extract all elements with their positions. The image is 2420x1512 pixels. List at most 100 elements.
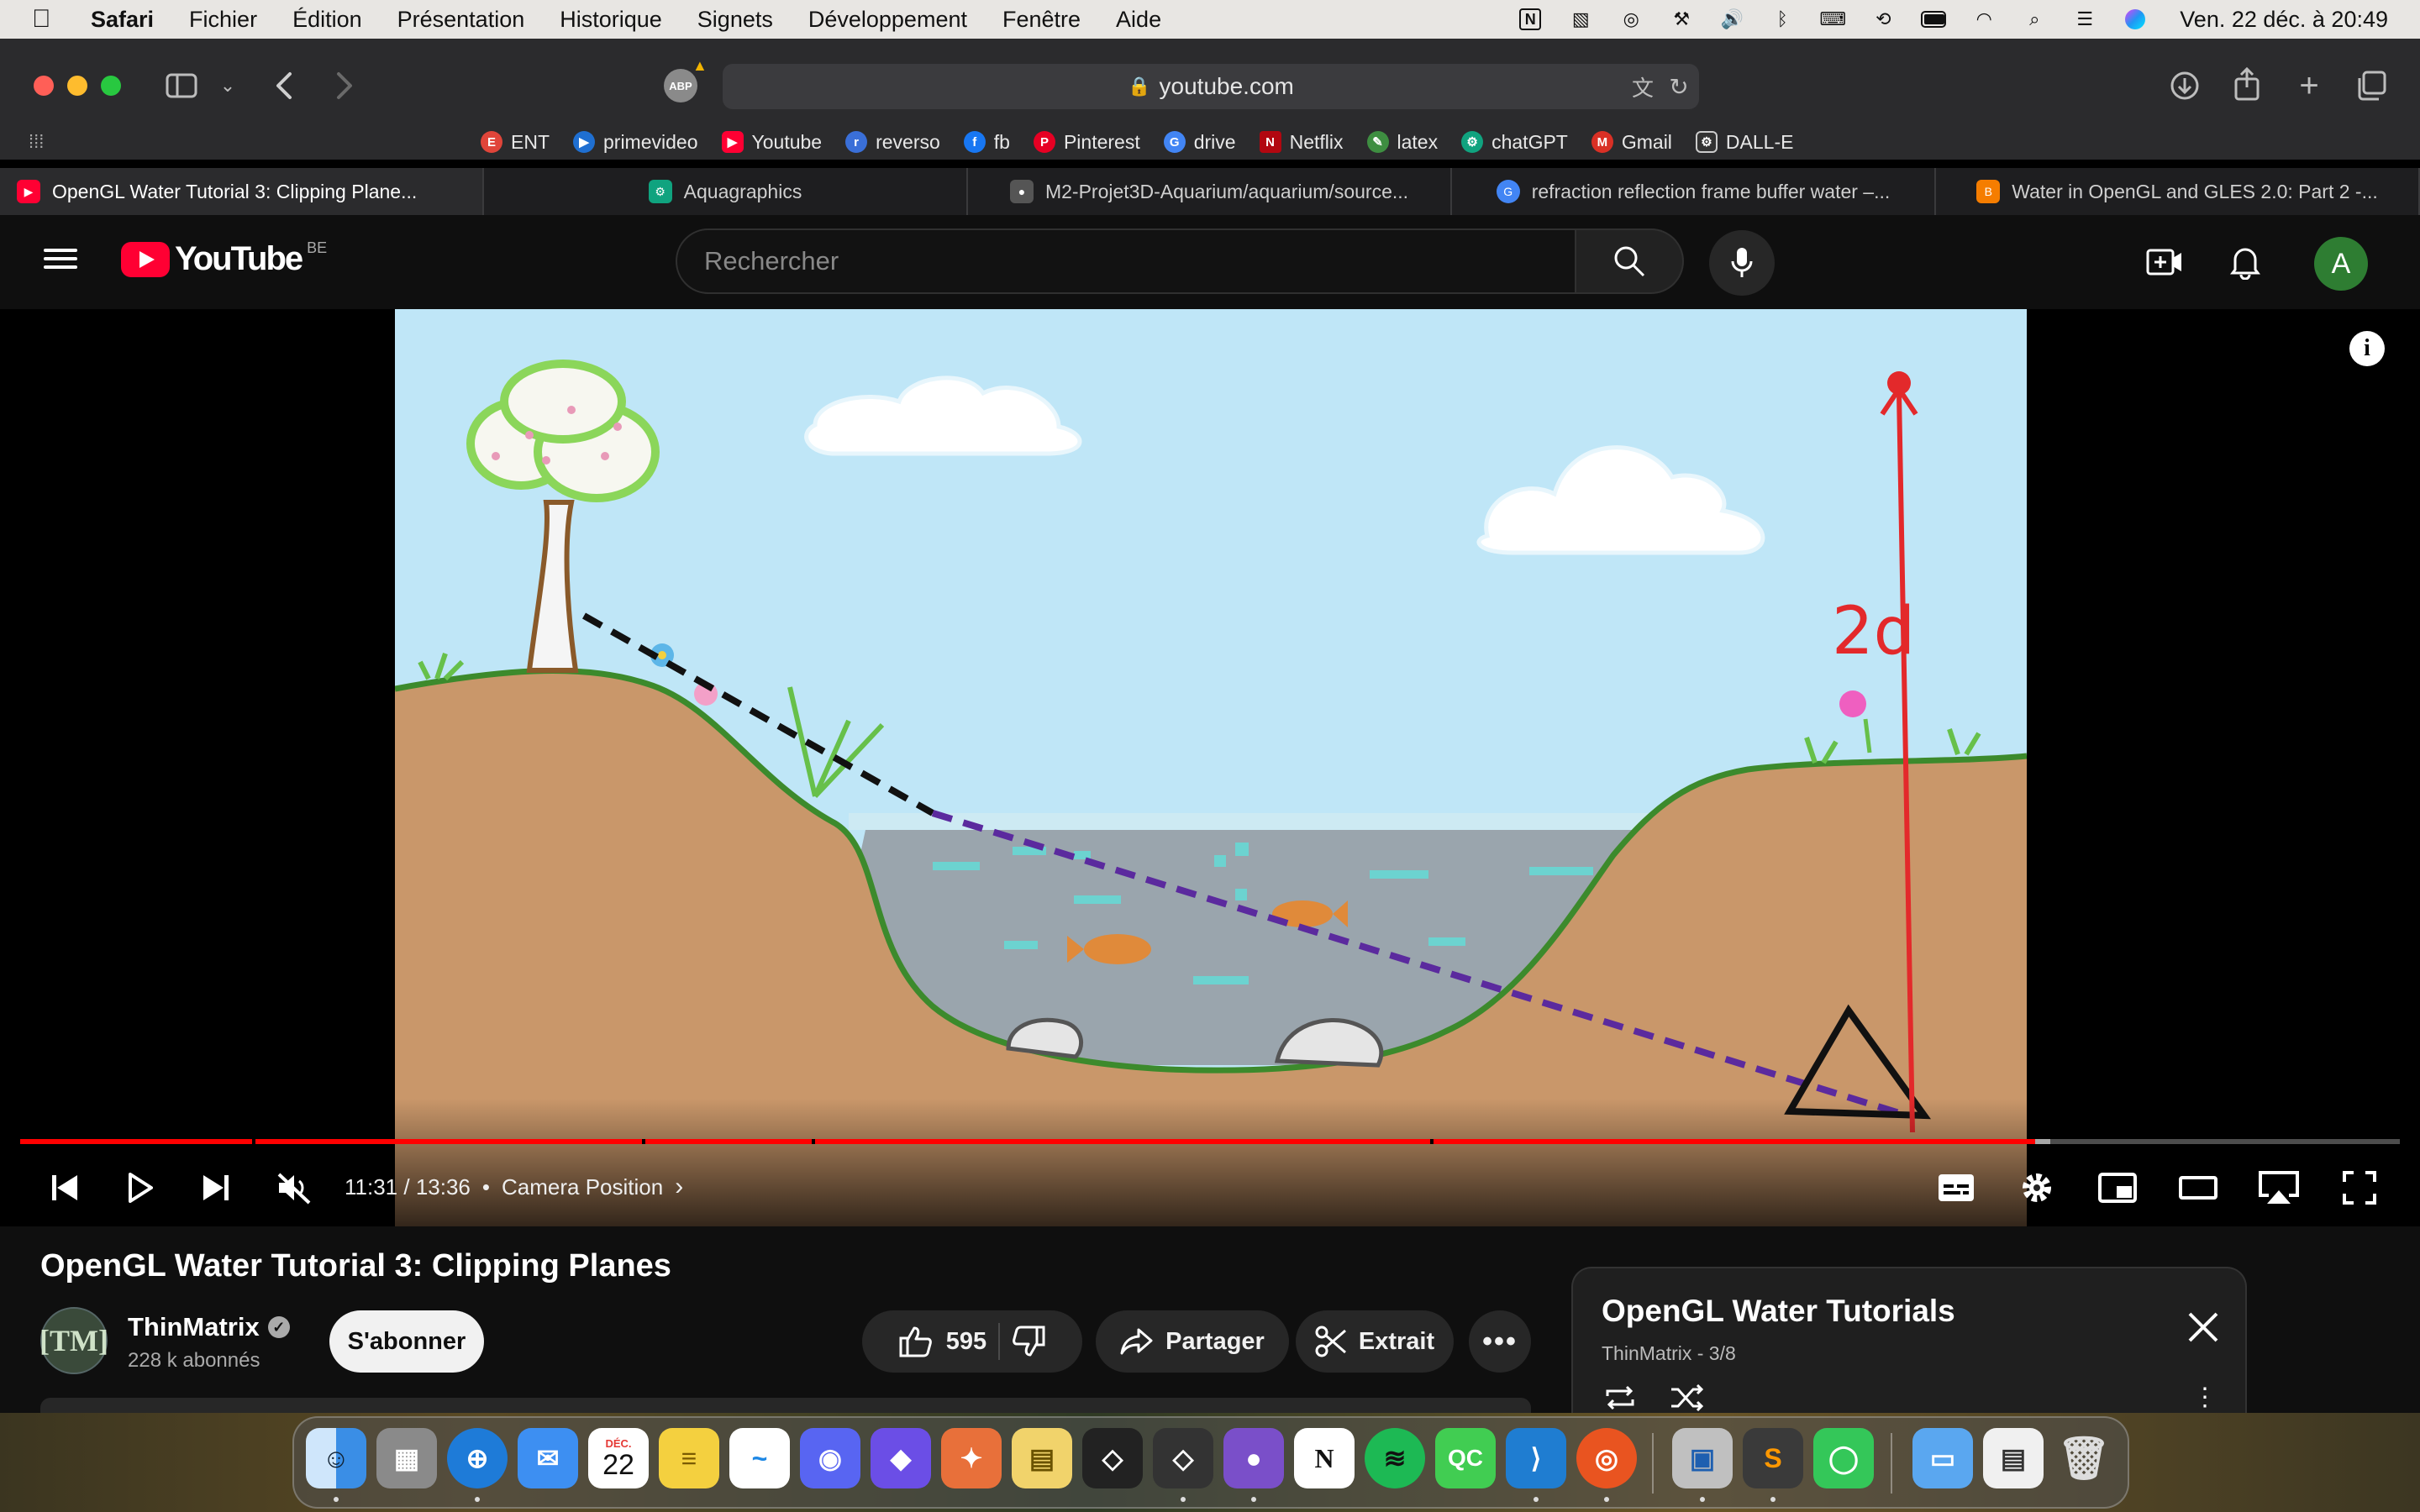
menu-presentation[interactable]: Présentation xyxy=(397,7,525,33)
discord-icon[interactable]: ◉ xyxy=(800,1428,860,1488)
tab-google-search[interactable]: Grefraction reflection frame buffer wate… xyxy=(1452,168,1936,215)
unity-hub-icon[interactable]: ◇ xyxy=(1153,1428,1213,1488)
trash-icon[interactable]: 🗑 xyxy=(2054,1428,2114,1488)
favorite-gmail[interactable]: M Gmail xyxy=(1591,131,1672,154)
previous-button[interactable] xyxy=(44,1163,86,1213)
menu-fenetre[interactable]: Fenêtre xyxy=(1002,7,1081,33)
voice-search-button[interactable] xyxy=(1709,230,1775,296)
favorite-pinterest[interactable]: P Pinterest xyxy=(1033,131,1140,154)
menu-signets[interactable]: Signets xyxy=(697,7,773,33)
volume-icon[interactable]: 🔊 xyxy=(1719,8,1744,30)
ubuntu-icon[interactable]: ◎ xyxy=(1576,1428,1637,1488)
spotlight-search-icon[interactable]: ⌕ xyxy=(2022,8,2047,30)
description-box[interactable] xyxy=(40,1398,1531,1413)
reload-icon[interactable]: ↻ xyxy=(1662,69,1696,104)
settings-button[interactable] xyxy=(2013,1163,2060,1213)
new-tab-plus-icon[interactable]: + xyxy=(2289,66,2329,106)
qt-creator-icon[interactable]: QC xyxy=(1435,1428,1496,1488)
playlist-close-button[interactable] xyxy=(2185,1309,2222,1346)
playlist-title[interactable]: OpenGL Water Tutorials xyxy=(1602,1294,1955,1329)
shortcuts-icon[interactable]: ◆ xyxy=(871,1428,931,1488)
pixelmator-icon[interactable]: ✦ xyxy=(941,1428,1002,1488)
favorite-dalle[interactable]: ⚙ DALL-E xyxy=(1695,131,1793,154)
battery-icon[interactable] xyxy=(1921,8,1947,30)
recent-document-icon[interactable]: ▤ xyxy=(1983,1428,2044,1488)
sublime-text-icon[interactable]: S xyxy=(1743,1428,1803,1488)
user-avatar[interactable]: A xyxy=(2314,237,2368,291)
video-player[interactable]: 2d i 11:31 / 13:36 • Camera Position › xyxy=(0,309,2420,1226)
downloads-folder-icon[interactable]: ▭ xyxy=(1912,1428,1973,1488)
mute-button[interactable] xyxy=(271,1163,318,1213)
minimize-window-button[interactable] xyxy=(67,76,87,96)
menu-developpement[interactable]: Développement xyxy=(808,7,967,33)
miniplayer-button[interactable] xyxy=(2094,1163,2141,1213)
like-button[interactable]: 595 xyxy=(899,1326,986,1357)
menu-edition[interactable]: Édition xyxy=(292,7,362,33)
parallels-icon[interactable]: ▣ xyxy=(1672,1428,1733,1488)
downloads-icon[interactable] xyxy=(2165,66,2205,106)
favorite-youtube[interactable]: ▶ Youtube xyxy=(721,131,822,154)
search-input[interactable]: Rechercher xyxy=(676,228,1576,294)
favorite-fb[interactable]: f fb xyxy=(963,131,1010,154)
notion-status-icon[interactable]: N xyxy=(1518,8,1543,30)
subtitles-button[interactable] xyxy=(1933,1163,1980,1213)
github-desktop-icon[interactable]: ● xyxy=(1223,1428,1284,1488)
address-bar[interactable]: 🔒 youtube.com xyxy=(723,64,1699,109)
favorite-chatgpt[interactable]: ⚙ chatGPT xyxy=(1461,131,1568,154)
favorite-primevideo[interactable]: ▶ primevideo xyxy=(573,131,698,154)
wifi-icon[interactable]: ◠ xyxy=(1971,8,1996,30)
chevron-down-icon[interactable]: ⌄ xyxy=(215,71,240,101)
progress-bar[interactable] xyxy=(20,1139,2400,1144)
close-window-button[interactable] xyxy=(34,76,54,96)
favorite-ent[interactable]: E ENT xyxy=(481,131,550,154)
more-actions-button[interactable]: ••• xyxy=(1469,1310,1531,1373)
bluetooth-icon[interactable]: ᛒ xyxy=(1770,8,1795,30)
launchpad-icon[interactable]: ▦ xyxy=(376,1428,437,1488)
time-machine-icon[interactable]: ⟲ xyxy=(1870,8,1896,30)
finder-icon[interactable]: ☺ xyxy=(306,1428,366,1488)
stats-icon[interactable]: ▧ xyxy=(1568,8,1593,30)
tab-aquagraphics[interactable]: ⚙ Aquagraphics xyxy=(484,168,968,215)
control-center-icon[interactable]: ☰ xyxy=(2072,8,2097,30)
theater-mode-button[interactable] xyxy=(2175,1163,2222,1213)
menu-historique[interactable]: Historique xyxy=(560,7,662,33)
safari-icon[interactable]: ⊕ xyxy=(447,1428,508,1488)
zoom-window-button[interactable] xyxy=(101,76,121,96)
vscode-icon[interactable]: ⟩ xyxy=(1506,1428,1566,1488)
unity-icon[interactable]: ◇ xyxy=(1082,1428,1143,1488)
calendar-icon[interactable]: DÉC. 22 xyxy=(588,1428,649,1488)
favorite-netflix[interactable]: N Netflix xyxy=(1259,131,1344,154)
siri-icon[interactable] xyxy=(2123,8,2148,30)
stickies-icon[interactable]: ▤ xyxy=(1012,1428,1072,1488)
airplay-button[interactable] xyxy=(2255,1163,2302,1213)
messages-icon[interactable]: ◯ xyxy=(1813,1428,1874,1488)
chevron-right-icon[interactable]: › xyxy=(675,1173,683,1201)
mail-icon[interactable]: ✉ xyxy=(518,1428,578,1488)
favorite-latex[interactable]: ✎ latex xyxy=(1366,131,1438,154)
info-icon[interactable]: i xyxy=(2349,331,2385,366)
keyboard-icon[interactable]: ⌨ xyxy=(1819,8,1846,30)
hamburger-menu-icon[interactable] xyxy=(44,244,77,277)
apple-menu-icon[interactable]:  xyxy=(32,5,66,34)
notion-icon[interactable]: N xyxy=(1294,1428,1355,1488)
fullscreen-button[interactable] xyxy=(2336,1163,2383,1213)
creative-cloud-icon[interactable]: ◎ xyxy=(1618,8,1644,30)
dislike-button[interactable] xyxy=(1012,1326,1045,1357)
shuffle-playlist-button[interactable] xyxy=(1669,1383,1706,1413)
chapter-title[interactable]: Camera Position xyxy=(502,1174,663,1200)
loop-playlist-button[interactable] xyxy=(1602,1383,1639,1413)
back-arrow-icon[interactable] xyxy=(267,66,301,106)
freeform-icon[interactable]: ~ xyxy=(729,1428,790,1488)
next-button[interactable] xyxy=(195,1163,237,1213)
tab-water-gles[interactable]: B Water in OpenGL and GLES 2.0: Part 2 -.… xyxy=(1936,168,2420,215)
share-icon[interactable] xyxy=(2227,64,2267,104)
create-video-button[interactable] xyxy=(2141,239,2188,286)
sidebar-toggle-icon[interactable] xyxy=(163,67,200,104)
favorite-reverso[interactable]: r reverso xyxy=(845,131,940,154)
apps-grid-icon[interactable]: ⁞⁞⁞ xyxy=(29,131,44,153)
favorite-drive[interactable]: Gdrive xyxy=(1163,131,1236,154)
tab-github-aquarium[interactable]: ● M2-Projet3D-Aquarium/aquarium/source... xyxy=(968,168,1452,215)
tab-overview-icon[interactable] xyxy=(2351,66,2391,106)
channel-avatar[interactable]: [TM] xyxy=(39,1307,108,1374)
tab-opengl-water-tutorial[interactable]: ▶ OpenGL Water Tutorial 3: Clipping Plane… xyxy=(0,168,484,215)
